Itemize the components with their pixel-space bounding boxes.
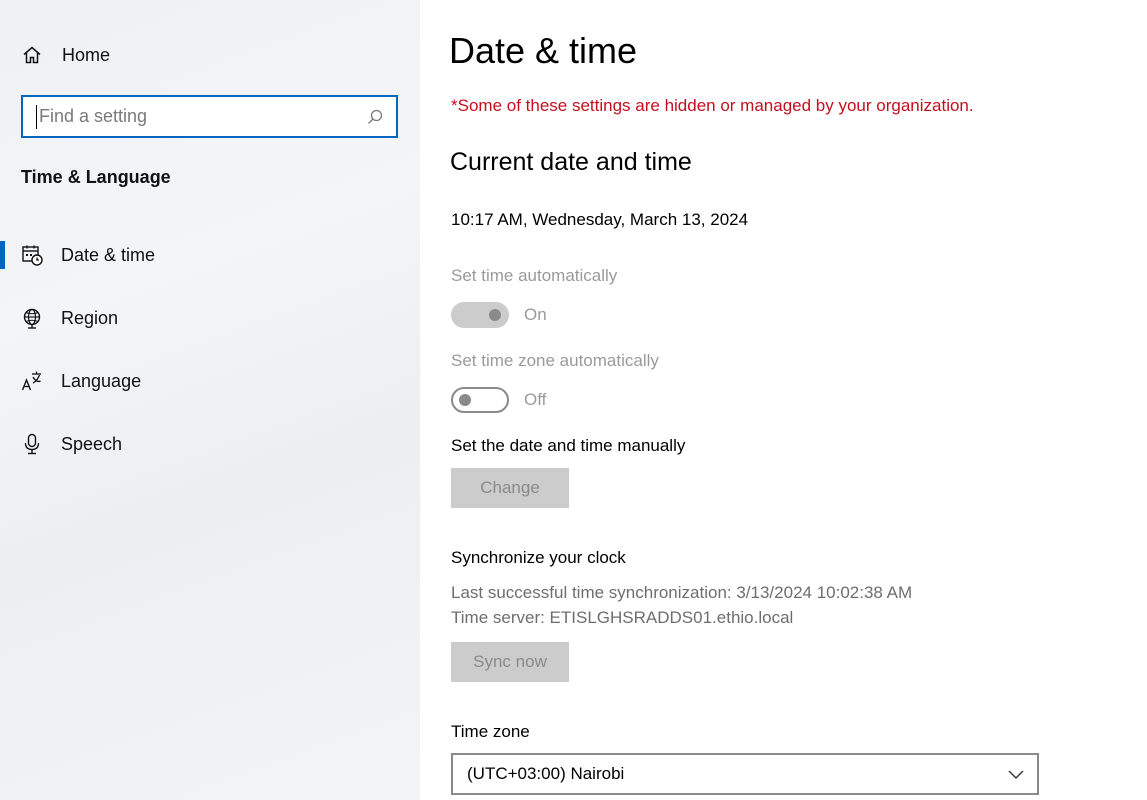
sidebar-item-label: Language	[61, 370, 142, 391]
chevron-down-icon	[1008, 770, 1024, 779]
sidebar-item-speech[interactable]: Speech	[0, 424, 420, 464]
calendar-clock-icon	[21, 244, 43, 266]
sidebar-item-region[interactable]: Region	[0, 298, 420, 338]
search-icon[interactable]	[366, 108, 384, 126]
toggle-knob	[459, 394, 471, 406]
page-title: Date & time	[449, 30, 638, 71]
sidebar-item-label: Speech	[61, 433, 123, 454]
change-button[interactable]: Change	[451, 468, 569, 508]
language-icon	[21, 370, 43, 392]
time-zone-select[interactable]: (UTC+03:00) Nairobi	[451, 753, 1039, 795]
sidebar: Home Time & Language	[0, 0, 420, 800]
home-nav-item[interactable]: Home	[22, 40, 110, 70]
time-zone-value: (UTC+03:00) Nairobi	[467, 764, 625, 783]
main-content: Date & time *Some of these settings are …	[420, 0, 1147, 800]
set-zone-auto-state: Off	[524, 390, 547, 409]
set-zone-auto-label: Set time zone automatically	[451, 351, 659, 370]
microphone-icon	[21, 433, 43, 455]
managed-warning: *Some of these settings are hidden or ma…	[451, 96, 974, 115]
sync-now-button[interactable]: Sync now	[451, 642, 569, 682]
settings-window: Home Time & Language	[0, 0, 1147, 800]
home-label: Home	[62, 44, 111, 65]
current-date-time-value: 10:17 AM, Wednesday, March 13, 2024	[451, 210, 749, 229]
set-time-auto-toggle[interactable]	[451, 302, 509, 328]
search-box[interactable]	[21, 95, 398, 138]
sidebar-item-date-time[interactable]: Date & time	[0, 235, 420, 275]
time-server-info: Time server: ETISLGHSRADDS01.ethio.local	[451, 608, 794, 627]
set-time-auto-label: Set time automatically	[451, 266, 618, 285]
globe-icon	[21, 307, 43, 329]
set-zone-auto-toggle[interactable]	[451, 387, 509, 413]
time-zone-label: Time zone	[451, 722, 530, 741]
home-icon	[23, 46, 41, 64]
sync-clock-heading: Synchronize your clock	[451, 548, 626, 567]
set-time-auto-state: On	[524, 305, 547, 324]
manual-date-time-label: Set the date and time manually	[451, 436, 686, 455]
sidebar-item-label: Region	[61, 307, 119, 328]
section-title: Time & Language	[21, 167, 171, 187]
last-sync-info: Last successful time synchronization: 3/…	[451, 583, 913, 602]
toggle-knob	[489, 309, 501, 321]
current-date-time-heading: Current date and time	[450, 148, 692, 176]
sidebar-item-label: Date & time	[61, 244, 156, 265]
sidebar-item-language[interactable]: Language	[0, 361, 420, 401]
search-input[interactable]	[36, 104, 366, 129]
